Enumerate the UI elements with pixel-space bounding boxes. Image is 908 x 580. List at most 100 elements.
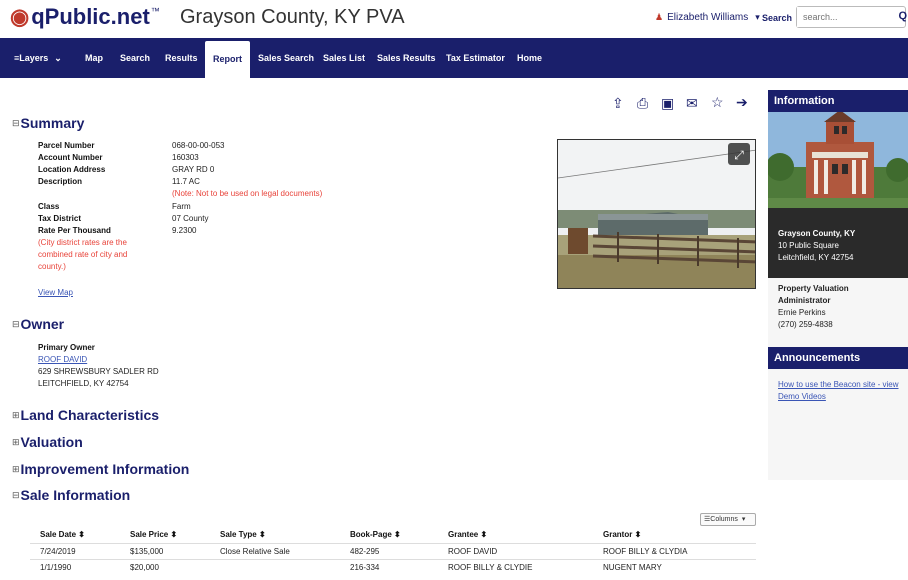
nav-search[interactable]: Search [120,38,150,78]
chevron-down-icon: ▾ [741,516,746,523]
table-cell-grantee: ROOF DAVID [448,547,498,556]
property-photo-image: ⤢ [558,140,755,288]
nav-sales-results[interactable]: Sales Results [377,38,436,78]
city-note-line: combined rate of city and [38,250,128,259]
table-cell-grantee: ROOF BILLY & CLYDIE [448,563,533,572]
search-box[interactable]: Q [796,6,907,28]
logo-trademark: ™ [150,6,160,16]
owner-name-link[interactable]: ROOF DAVID [38,355,87,364]
column-header-sale-price[interactable]: Sale Price ⬍ [130,530,177,539]
owner-section-header[interactable]: ⊟Owner [12,316,64,332]
announcements-header: Announcements [768,347,908,369]
sort-icon: ⬍ [480,530,488,539]
location-address-value: GRAY RD 0 [172,165,215,174]
table-cell-sale-date: 7/24/2019 [40,547,76,556]
svg-text:⤢: ⤢ [733,148,744,162]
rate-per-thousand-value: 9.2300 [172,226,197,235]
table-cell-sale-type: Close Relative Sale [220,547,290,556]
column-header-grantor[interactable]: Grantor ⬍ [603,530,641,539]
column-header-grantee[interactable]: Grantee ⬍ [448,530,487,539]
table-cell-sale-price: $135,000 [130,547,164,556]
table-divider [30,543,756,544]
collapse-icon: ⊟ [12,118,20,128]
nav-tax-estimator[interactable]: Tax Estimator [446,38,505,78]
nav-sales-search[interactable]: Sales Search [258,38,314,78]
sort-icon: ⬍ [259,530,266,539]
nav-map[interactable]: Map [85,38,103,78]
city-note-line: (City district rates are the [38,238,127,247]
arrow-right-icon[interactable]: ➔ [736,94,748,111]
column-header-sale-type[interactable]: Sale Type ⬍ [220,530,266,539]
courthouse-photo [768,112,908,208]
announcement-link[interactable]: How to use the Beacon site - view [778,380,899,389]
share-icon[interactable]: ⇪ [612,95,624,112]
chevron-down-icon: ▾ [755,12,760,22]
info-sidebar: Information Grayson County, KY 10 Public… [768,90,908,480]
collapse-icon: ⊟ [12,319,20,329]
property-photo[interactable]: ⤢ [557,139,756,289]
image-icon[interactable]: ▣ [661,95,674,112]
class-value: Farm [172,202,191,211]
sale-information-section-header[interactable]: ⊟Sale Information [12,487,130,503]
columns-button[interactable]: ☰Columns ▾ [700,513,756,526]
nav-results[interactable]: Results [165,38,198,78]
sort-icon: ⬍ [78,530,85,539]
table-cell-book-page: 482-295 [350,547,380,556]
nav-home[interactable]: Home [517,38,542,78]
tax-district-label: Tax District [38,214,81,223]
column-header-book-page[interactable]: Book-Page ⬍ [350,530,401,539]
search-input[interactable] [797,7,887,27]
pva-title-line1: Property Valuation [778,284,849,293]
pva-phone: (270) 259-4838 [778,320,833,329]
table-cell-book-page: 216-334 [350,563,380,572]
valuation-section-header[interactable]: ⊞Valuation [12,434,83,450]
primary-owner-label: Primary Owner [38,343,95,352]
owner-address-line1: 629 SHREWSBURY SADLER RD [38,367,159,376]
logo-text: qPublic.net [31,4,150,29]
nav-report[interactable]: Report [205,41,250,78]
location-address-label: Location Address [38,165,106,174]
land-characteristics-section-header[interactable]: ⊞Land Characteristics [12,407,159,423]
city-note-line: county.) [38,262,66,271]
expand-icon: ⊞ [12,437,20,447]
app-root: ◉ qPublic.net ™ Grayson County, KY PVA ♟… [0,0,908,580]
description-value: 11.7 AC [172,177,200,186]
tax-district-value: 07 County [172,214,209,223]
sort-icon: ⬍ [170,530,178,539]
legal-note: (Note: Not to be used on legal documents… [172,189,323,198]
qpublic-logo-icon: ◉ [10,4,30,29]
main-nav: ≡Layers ⌄ Map Search Results Report Sales… [0,38,908,78]
rate-per-thousand-label: Rate Per Thousand [38,226,111,235]
search-label: Search [762,13,793,23]
announcement-link[interactable]: Demo Videos [778,392,826,401]
table-divider [30,559,756,560]
search-icon[interactable]: Q [898,10,907,22]
expand-icon: ⊞ [12,464,20,474]
user-name: Elizabeth Williams [667,12,749,23]
parcel-number-label: Parcel Number [38,141,95,150]
user-menu[interactable]: ♟ Elizabeth Williams ▾ [655,12,760,23]
view-map-link[interactable]: View Map [38,288,73,297]
nav-layers[interactable]: ≡Layers ⌄ [14,38,62,78]
class-label: Class [38,202,60,211]
column-header-sale-date[interactable]: Sale Date ⬍ [40,530,85,539]
qpublic-logo[interactable]: ◉ qPublic.net ™ [10,4,160,30]
county-name: Grayson County, KY [778,229,856,238]
parcel-number-value: 068-00-00-053 [172,141,225,150]
summary-section-header[interactable]: ⊟Summary [12,115,84,131]
pva-title-line2: Administrator [778,296,831,305]
information-header: Information [768,90,908,112]
email-icon[interactable]: ✉ [686,95,698,112]
star-icon[interactable]: ☆ [711,94,724,111]
collapse-icon: ⊟ [12,490,20,500]
county-address-line2: Leitchfield, KY 42754 [778,253,854,262]
improvement-information-section-header[interactable]: ⊞Improvement Information [12,461,189,477]
table-cell-grantor: NUGENT MARY [603,563,662,572]
table-cell-sale-price: $20,000 [130,563,159,572]
nav-sales-list[interactable]: Sales List [323,38,365,78]
county-address-line1: 10 Public Square [778,241,839,250]
print-icon[interactable]: ⎙ [637,95,648,112]
county-title: Grayson County, KY PVA [180,6,405,28]
expand-icon: ⊞ [12,410,20,420]
account-number-value: 160303 [172,153,199,162]
